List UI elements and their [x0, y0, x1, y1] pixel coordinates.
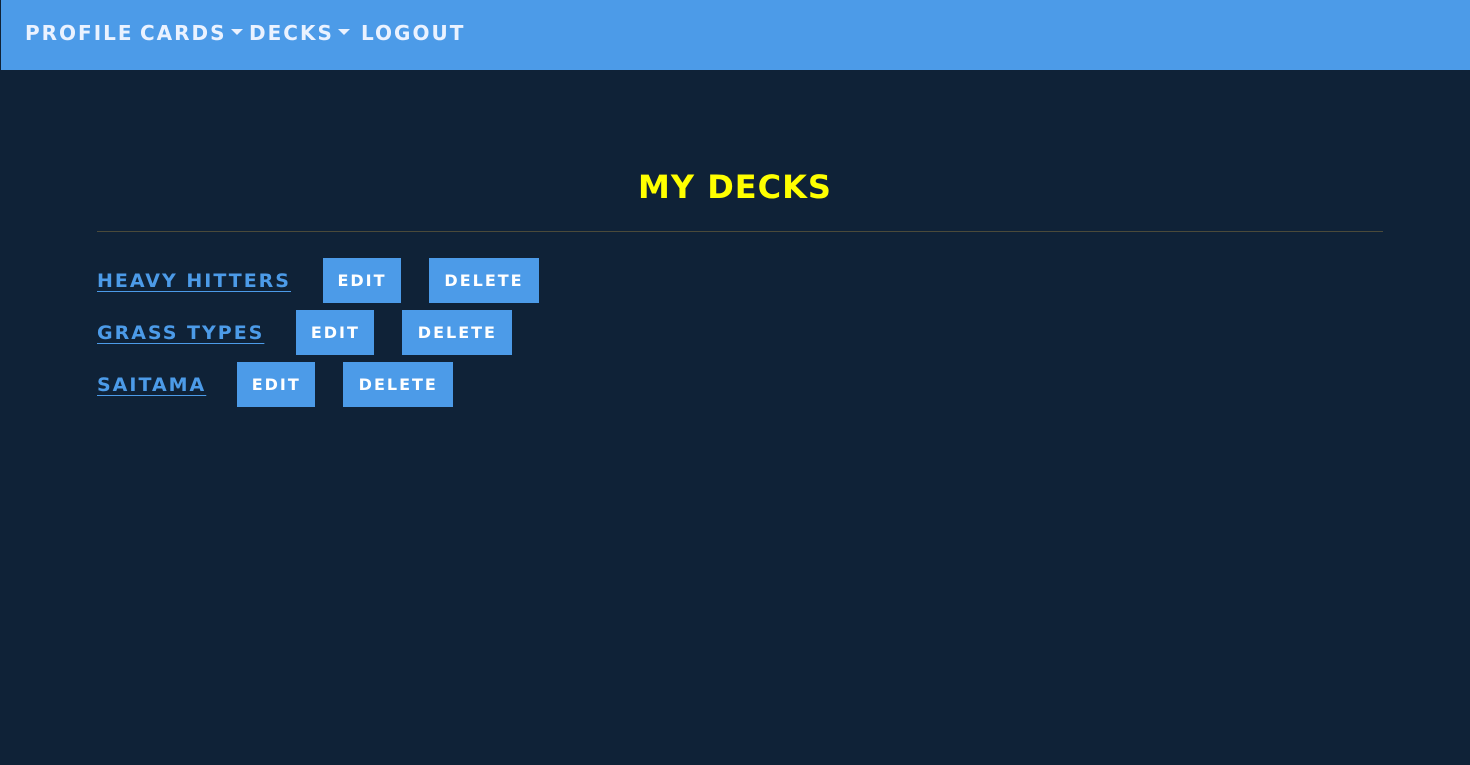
deck-link-heavy-hitters[interactable]: Heavy Hitters	[97, 270, 303, 292]
deck-row: Saitama Edit Delete	[97, 362, 454, 407]
delete-button[interactable]: Delete	[343, 362, 454, 407]
divider	[97, 231, 1383, 232]
deck-row: Grass Types Edit Delete	[97, 310, 513, 355]
edit-button[interactable]: Edit	[296, 310, 375, 355]
edit-button[interactable]: Edit	[237, 362, 316, 407]
deck-link-saitama[interactable]: Saitama	[97, 374, 218, 396]
page-title: My Decks	[638, 168, 832, 206]
nav-logout-link[interactable]: Logout	[361, 20, 465, 46]
caret-down-icon	[230, 28, 243, 35]
nav-cards-dropdown[interactable]: Cards	[140, 20, 243, 46]
delete-button[interactable]: Delete	[402, 310, 513, 355]
navbar: Profile Cards Decks Logout	[1, 0, 1470, 70]
nav-decks-dropdown[interactable]: Decks	[249, 20, 350, 46]
nav-decks-label: Decks	[249, 21, 334, 45]
deck-row: Heavy Hitters Edit Delete	[97, 258, 539, 303]
edit-button[interactable]: Edit	[323, 258, 401, 303]
deck-link-grass-types[interactable]: Grass Types	[97, 322, 276, 344]
nav-profile-link[interactable]: Profile	[25, 20, 134, 46]
caret-down-icon	[337, 28, 350, 35]
nav-cards-label: Cards	[140, 21, 227, 45]
delete-button[interactable]: Delete	[429, 258, 539, 303]
